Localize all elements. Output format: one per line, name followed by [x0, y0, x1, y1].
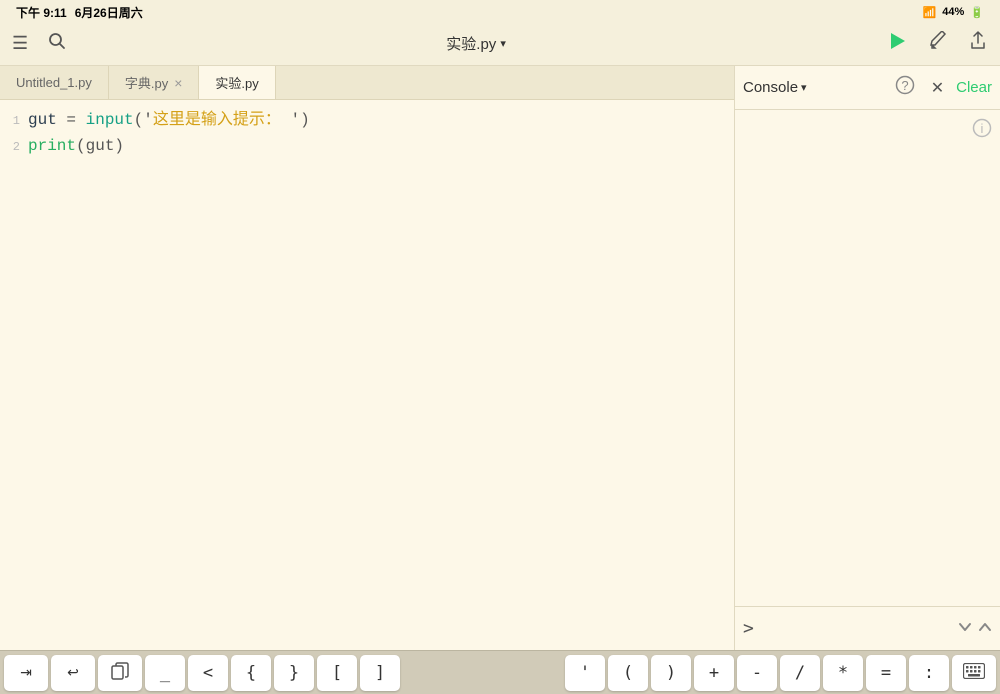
arrow-down-button[interactable] — [957, 619, 973, 638]
colon-button[interactable]: : — [909, 655, 949, 691]
edit-button[interactable] — [924, 27, 952, 60]
lparen-button[interactable]: ( — [608, 655, 648, 691]
console-input[interactable] — [758, 620, 957, 637]
line-number-2: 2 — [0, 138, 28, 157]
code-line-1: 1 gut = input (' 这里是输入提示： ') — [0, 108, 726, 134]
tab-untitled[interactable]: Untitled_1.py — [0, 66, 109, 99]
edit-icon — [928, 31, 948, 56]
svg-text:i: i — [981, 121, 984, 136]
code-token-input: input — [86, 108, 134, 134]
code-token: 这里是输入提示： — [153, 108, 281, 134]
code-token: (' — [134, 108, 153, 134]
lbrace-button[interactable]: { — [231, 655, 271, 691]
code-token: gut — [28, 108, 57, 134]
console-input-row: > — [735, 606, 1000, 650]
menu-button[interactable]: ☰ — [8, 29, 32, 58]
filename-display[interactable]: 实验.py ▾ — [446, 33, 506, 54]
keyboard-icon — [963, 663, 985, 682]
tab-label-untitled: Untitled_1.py — [16, 75, 92, 90]
plus-button[interactable]: + — [694, 655, 734, 691]
tab-experiment[interactable]: 实验.py — [199, 66, 275, 99]
undo-icon: ↩ — [67, 664, 79, 681]
clear-label: Clear — [956, 79, 992, 96]
minus-button[interactable]: - — [737, 655, 777, 691]
copy-icon — [111, 662, 129, 683]
battery-icon: 🔋 — [970, 6, 984, 19]
code-line-2: 2 print (gut) — [0, 134, 726, 160]
lbracket-button[interactable]: [ — [317, 655, 357, 691]
wifi-icon: 📶 — [923, 6, 937, 19]
console-prompt: > — [743, 618, 754, 639]
close-icon: ✕ — [931, 78, 944, 98]
search-button[interactable] — [44, 28, 70, 59]
star-button[interactable]: * — [823, 655, 863, 691]
filename-label: 实验.py — [446, 33, 496, 54]
tab-dict[interactable]: 字典.py × — [109, 66, 200, 99]
console-panel: Console ▾ ? ✕ Clear — [735, 66, 1000, 650]
lt-button[interactable]: < — [188, 655, 228, 691]
undo-button[interactable]: ↩ — [51, 655, 95, 691]
clear-button[interactable]: Clear — [956, 79, 992, 96]
share-icon — [968, 31, 988, 56]
arrow-up-button[interactable] — [977, 619, 993, 638]
main-area: Untitled_1.py 字典.py × 实验.py 1 gut = inpu… — [0, 66, 1000, 650]
tab-label-dict: 字典.py — [125, 73, 168, 92]
rbracket-button[interactable]: ] — [360, 655, 400, 691]
code-token: (gut) — [76, 134, 124, 160]
status-time: 下午 9:11 — [16, 4, 67, 21]
editor-panel: Untitled_1.py 字典.py × 实验.py 1 gut = inpu… — [0, 66, 735, 650]
tab-close-dict[interactable]: × — [174, 76, 182, 90]
copy-button[interactable] — [98, 655, 142, 691]
editor-toolbar: ☰ 实验.py ▾ — [0, 22, 1000, 66]
console-help-button[interactable]: ? — [891, 71, 919, 104]
equals-button[interactable]: = — [866, 655, 906, 691]
quote-button[interactable]: ' — [565, 655, 605, 691]
tab-icon: ⇥ — [20, 664, 32, 681]
console-body: i — [735, 110, 1000, 606]
tab-label-experiment: 实验.py — [215, 73, 258, 92]
tab-key-button[interactable]: ⇥ — [4, 655, 48, 691]
console-title-label: Console — [743, 79, 798, 96]
search-icon — [48, 32, 66, 55]
console-toolbar: Console ▾ ? ✕ Clear — [735, 66, 1000, 110]
console-title-area[interactable]: Console ▾ — [743, 79, 883, 96]
keyboard-toolbar: ⇥ ↩ _ < { } [ ] ' ( ) + - / * = : — [0, 650, 1000, 694]
code-token-print: print — [28, 134, 76, 160]
console-arrows — [957, 619, 993, 638]
battery-text: 44% — [942, 6, 964, 18]
code-editor[interactable]: 1 gut = input (' 这里是输入提示： ') 2 print (gu… — [0, 100, 734, 650]
info-icon[interactable]: i — [972, 118, 992, 143]
status-bar: 下午 9:11 6月26日周六 📶 44% 🔋 — [0, 0, 1000, 22]
status-date: 6月26日周六 — [75, 4, 143, 21]
share-button[interactable] — [964, 27, 992, 60]
code-token: ') — [281, 108, 310, 134]
help-icon: ? — [895, 75, 915, 100]
tabs-bar: Untitled_1.py 字典.py × 实验.py — [0, 66, 734, 100]
code-token: = — [57, 108, 86, 134]
rparen-button[interactable]: ) — [651, 655, 691, 691]
line-number-1: 1 — [0, 112, 28, 131]
console-chevron: ▾ — [801, 81, 807, 94]
hamburger-icon: ☰ — [12, 33, 28, 54]
keyboard-toggle-button[interactable] — [952, 655, 996, 691]
slash-button[interactable]: / — [780, 655, 820, 691]
console-close-button[interactable]: ✕ — [927, 74, 948, 102]
svg-text:?: ? — [901, 78, 908, 93]
run-button[interactable] — [882, 26, 912, 61]
rbrace-button[interactable]: } — [274, 655, 314, 691]
underscore-button[interactable]: _ — [145, 655, 185, 691]
run-icon — [886, 30, 908, 57]
filename-chevron: ▾ — [500, 37, 506, 50]
